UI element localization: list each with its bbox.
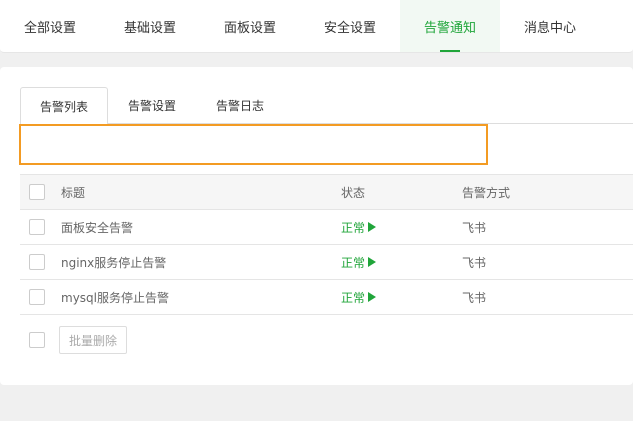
alert-panel: 告警列表 告警设置 告警日志 标题 状态 告警方式 面板安全告警 正常 飞书 n…	[0, 67, 633, 385]
row-title: mysql服务停止告警	[61, 290, 169, 305]
row-check-cell	[20, 280, 61, 314]
status-toggle[interactable]: 正常	[341, 245, 462, 279]
batch-select-checkbox[interactable]	[29, 332, 45, 348]
tab-label: 安全设置	[323, 20, 376, 36]
row-checkbox[interactable]	[29, 289, 45, 305]
tab-label: 基础设置	[123, 20, 176, 36]
batch-delete-button[interactable]: 批量删除	[59, 326, 128, 354]
tab-alert-notification[interactable]: 告警通知	[400, 0, 500, 52]
tab-security-settings[interactable]: 安全设置	[300, 0, 400, 52]
row-check-cell	[20, 210, 61, 244]
tab-label: 面板设置	[223, 20, 276, 36]
table-header: 标题 状态 告警方式	[20, 175, 633, 210]
table-row: nginx服务停止告警 正常 飞书	[20, 245, 633, 280]
tab-panel-settings[interactable]: 面板设置	[200, 0, 300, 52]
highlight-box	[19, 124, 488, 165]
active-indicator	[440, 50, 460, 52]
tab-label: 全部设置	[23, 20, 76, 36]
tab-all-settings[interactable]: 全部设置	[0, 0, 100, 52]
play-icon	[368, 292, 377, 302]
row-method: 飞书	[462, 220, 487, 235]
row-checkbox[interactable]	[29, 254, 45, 270]
subtab-alert-list[interactable]: 告警列表	[20, 87, 109, 124]
subtab-alert-settings[interactable]: 告警设置	[108, 87, 196, 123]
tab-message-center[interactable]: 消息中心	[500, 0, 600, 52]
column-header-title: 标题	[61, 185, 86, 200]
status-toggle[interactable]: 正常	[341, 280, 462, 314]
table-row: 面板安全告警 正常 飞书	[20, 210, 633, 245]
row-checkbox[interactable]	[29, 219, 45, 235]
tab-label: 消息中心	[523, 20, 576, 36]
row-check-cell	[20, 245, 61, 279]
row-method: 飞书	[462, 290, 487, 305]
tab-basic-settings[interactable]: 基础设置	[100, 0, 200, 52]
play-icon	[368, 257, 377, 267]
row-method: 飞书	[462, 255, 487, 270]
status-label: 正常	[341, 255, 366, 270]
tab-label: 告警通知	[423, 20, 476, 36]
status-toggle[interactable]: 正常	[341, 210, 462, 244]
batch-action-bar: 批量删除	[29, 326, 128, 354]
column-header-method: 告警方式	[462, 185, 511, 200]
table-row: mysql服务停止告警 正常 飞书	[20, 280, 633, 315]
top-tab-bar: 全部设置 基础设置 面板设置 安全设置 告警通知 消息中心	[0, 0, 633, 53]
select-all-checkbox[interactable]	[29, 184, 45, 200]
column-header-status: 状态	[341, 185, 366, 200]
subtab-alert-log[interactable]: 告警日志	[196, 87, 284, 123]
alert-table: 标题 状态 告警方式 面板安全告警 正常 飞书 nginx服务停止告警 正常 飞…	[20, 174, 633, 315]
select-all-cell	[20, 175, 61, 209]
row-title: nginx服务停止告警	[61, 255, 167, 270]
sub-tab-bar: 告警列表 告警设置 告警日志	[20, 87, 633, 124]
play-icon	[368, 222, 377, 232]
status-label: 正常	[341, 290, 366, 305]
row-title: 面板安全告警	[61, 220, 134, 235]
status-label: 正常	[341, 220, 366, 235]
